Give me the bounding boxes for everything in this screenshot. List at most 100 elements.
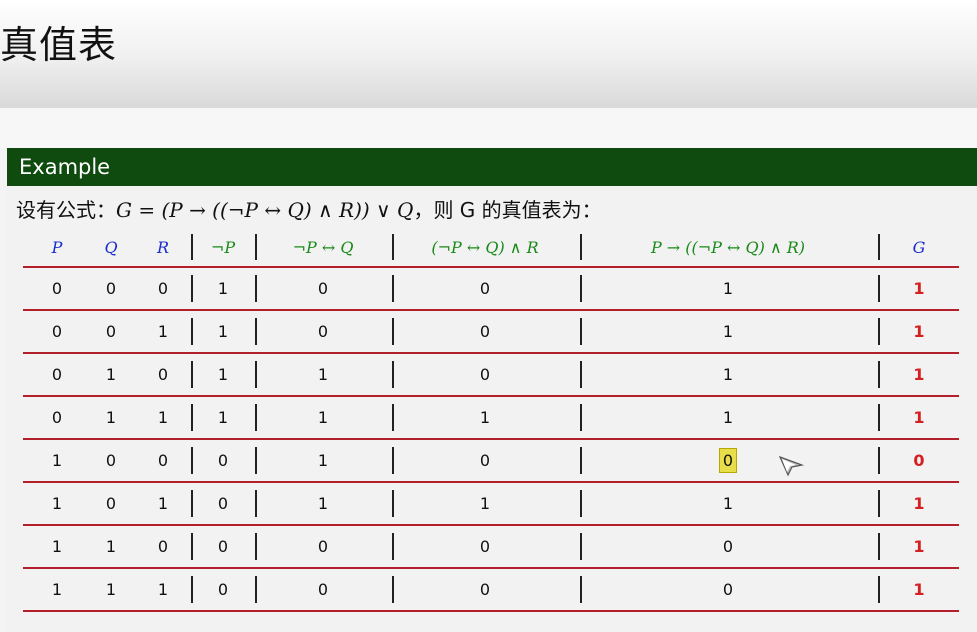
column-separator [878, 275, 880, 302]
column-separator [191, 234, 193, 260]
table-cell: 1 [317, 365, 329, 384]
table-cell: 1 [217, 408, 229, 427]
column-separator [255, 533, 257, 560]
table-cell: 0 [51, 408, 63, 427]
result-cell: 1 [913, 408, 925, 427]
column-separator [255, 318, 257, 345]
column-separator [255, 576, 257, 603]
row-rule [23, 610, 959, 612]
table-cell: 0 [317, 580, 329, 599]
truth-table: P Q R ¬P ¬P ↔ Q (¬P ↔ Q) ∧ R P → ((¬P ↔ Q) ∧ R… [23, 228, 959, 628]
column-separator [878, 447, 880, 474]
table-cell: 1 [722, 494, 734, 513]
column-separator [392, 404, 394, 431]
table-cell: 1 [157, 408, 169, 427]
column-separator [255, 404, 257, 431]
table-cell: 0 [105, 451, 117, 470]
table-cell: 1 [157, 580, 169, 599]
result-cell: 1 [913, 580, 925, 599]
table-cell: 0 [479, 451, 491, 470]
column-separator [392, 576, 394, 603]
table-cell: 0 [105, 494, 117, 513]
table-cell: 1 [479, 494, 491, 513]
column-separator [392, 275, 394, 302]
column-separator [191, 404, 193, 431]
table-cell: 0 [479, 365, 491, 384]
table-cell: 1 [51, 451, 63, 470]
table-cell: 1 [105, 537, 117, 556]
column-separator [191, 318, 193, 345]
column-separator [580, 533, 582, 560]
table-cell: 0 [217, 494, 229, 513]
header-cell: R [156, 237, 170, 257]
result-cell: 1 [913, 279, 925, 298]
column-separator [191, 576, 193, 603]
table-row: 1 1 1 0 0 0 0 1 [23, 569, 959, 610]
table-cell: 1 [217, 365, 229, 384]
table-cell: 1 [51, 580, 63, 599]
example-block-title: Example [7, 148, 977, 186]
column-separator [255, 275, 257, 302]
header-cell: ¬P [210, 237, 236, 257]
column-separator [392, 318, 394, 345]
highlighted-value: 0 [718, 448, 738, 473]
header-cell: ¬P ↔ Q [292, 237, 354, 257]
table-cell: 0 [105, 279, 117, 298]
table-cell: 0 [479, 322, 491, 341]
table-cell: 0 [217, 537, 229, 556]
column-separator [191, 533, 193, 560]
column-separator [255, 234, 257, 260]
column-separator [878, 361, 880, 388]
table-cell: 0 [51, 322, 63, 341]
column-separator [580, 275, 582, 302]
table-cell: 1 [722, 408, 734, 427]
table-cell: 1 [722, 322, 734, 341]
table-cell: 0 [317, 537, 329, 556]
column-separator [392, 234, 394, 260]
table-cell: 1 [217, 322, 229, 341]
column-separator [878, 318, 880, 345]
table-cell: 0 [51, 279, 63, 298]
column-separator [392, 533, 394, 560]
table-cell: 1 [51, 494, 63, 513]
result-cell: 0 [913, 451, 925, 470]
table-cell: 1 [317, 408, 329, 427]
example-block: Example 设有公式：G = (P → ((¬P ↔ Q) ∧ R)) ∨ … [7, 148, 977, 632]
table-cell: 0 [157, 279, 169, 298]
cursor-arrow-icon [778, 455, 804, 477]
formula-suffix: ，则 G 的真值表为： [413, 198, 602, 222]
table-cell: 1 [105, 580, 117, 599]
table-row: 0 1 0 1 1 0 1 1 [23, 354, 959, 395]
table-cell: 0 [722, 580, 734, 599]
table-cell: 0 [217, 451, 229, 470]
result-cell: 1 [913, 537, 925, 556]
table-cell: 1 [722, 279, 734, 298]
column-separator [580, 447, 582, 474]
highlighted-cell: 0 [588, 440, 868, 481]
table-cell: 1 [105, 365, 117, 384]
header-cell: G [912, 237, 926, 257]
column-separator [191, 447, 193, 474]
table-cell: 1 [317, 451, 329, 470]
result-cell: 1 [913, 494, 925, 513]
column-separator [255, 447, 257, 474]
table-row: 1 0 0 0 1 0 0 0 [23, 440, 959, 481]
header-cell: (¬P ↔ Q) ∧ R [431, 237, 539, 257]
table-row: 1 1 0 0 0 0 0 1 [23, 526, 959, 567]
table-header-row: P Q R ¬P ¬P ↔ Q (¬P ↔ Q) ∧ R P → ((¬P ↔ Q) ∧ R… [23, 228, 959, 266]
table-cell: 0 [317, 322, 329, 341]
formula-math: G = (P → ((¬P ↔ Q) ∧ R)) ∨ Q [116, 198, 414, 222]
column-separator [580, 490, 582, 517]
column-separator [878, 404, 880, 431]
table-cell: 0 [722, 537, 734, 556]
column-separator [580, 576, 582, 603]
table-cell: 0 [479, 279, 491, 298]
column-separator [580, 361, 582, 388]
table-cell: 0 [51, 365, 63, 384]
formula-prefix: 设有公式： [16, 198, 116, 222]
header-cell: Q [104, 237, 118, 257]
column-separator [255, 361, 257, 388]
column-separator [878, 576, 880, 603]
table-cell: 1 [105, 408, 117, 427]
column-separator [191, 490, 193, 517]
